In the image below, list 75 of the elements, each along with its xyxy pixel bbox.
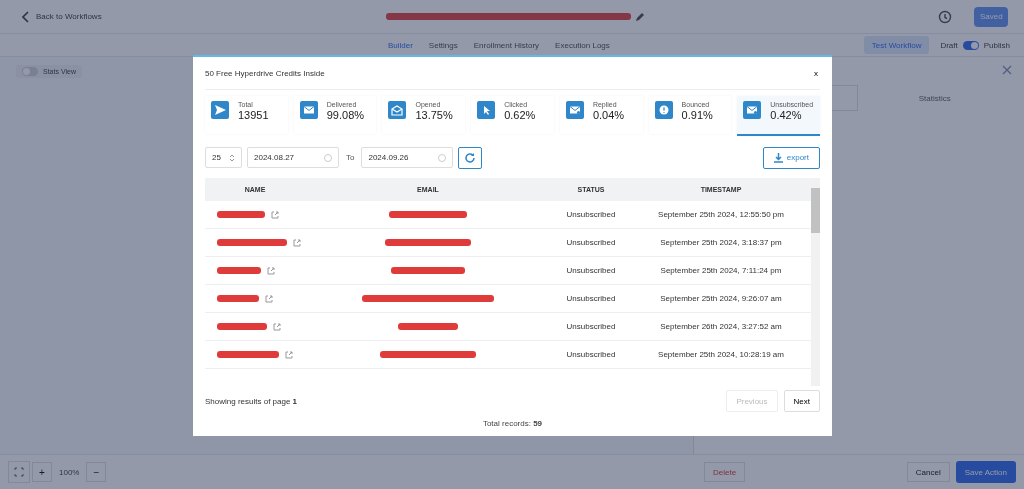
fit-screen-icon[interactable] bbox=[8, 461, 30, 483]
timestamp-cell-text: September 25th 2024, 12:55:50 pm bbox=[657, 210, 785, 219]
close-button[interactable]: x bbox=[812, 68, 820, 78]
next-button[interactable]: Next bbox=[783, 390, 820, 412]
stat-value: 0.62% bbox=[504, 109, 536, 121]
external-link-icon[interactable] bbox=[271, 210, 279, 219]
back-link[interactable]: Back to Workflows bbox=[36, 12, 102, 21]
cancel-button[interactable]: Cancel bbox=[906, 462, 950, 482]
zoom-out-button[interactable]: − bbox=[86, 462, 107, 482]
pencil-icon[interactable] bbox=[634, 11, 645, 22]
close-icon[interactable] bbox=[1002, 65, 1012, 75]
redaction-mark bbox=[217, 295, 259, 302]
redaction-mark bbox=[217, 351, 279, 358]
external-link-icon[interactable] bbox=[293, 238, 301, 247]
statistics-tab[interactable]: Statistics bbox=[857, 85, 1012, 111]
mail-icon bbox=[565, 101, 584, 119]
delete-button[interactable]: Delete bbox=[704, 462, 746, 482]
dialog-title: 50 Free Hyperdrive Credits Inside bbox=[205, 68, 325, 78]
timestamp-cell-text: September 25th 2024, 10:28:19 am bbox=[657, 350, 785, 359]
external-link-icon[interactable] bbox=[265, 294, 273, 303]
nav-tab[interactable]: Execution Logs bbox=[555, 40, 610, 50]
redaction-mark bbox=[217, 267, 261, 274]
alert-icon bbox=[654, 101, 673, 119]
stat-value: 0.42% bbox=[770, 109, 803, 121]
redaction-mark bbox=[217, 239, 287, 246]
draft-label: Draft bbox=[940, 40, 958, 50]
stats-view-toggle[interactable] bbox=[22, 67, 38, 76]
refresh-icon bbox=[464, 151, 477, 164]
clear-icon bbox=[438, 153, 447, 162]
mail-icon bbox=[388, 101, 407, 119]
zoom-in-button[interactable]: + bbox=[32, 462, 52, 482]
page-size-field[interactable]: 25 bbox=[205, 147, 242, 168]
status-cell-text: Unsubscribed bbox=[565, 266, 617, 275]
timestamp-cell-text: September 25th 2024, 3:18:37 pm bbox=[659, 238, 783, 247]
status-cell-text: Unsubscribed bbox=[565, 238, 617, 247]
to-label: To bbox=[345, 153, 356, 162]
scrollbar[interactable] bbox=[811, 178, 820, 386]
external-link-icon[interactable] bbox=[273, 322, 281, 331]
mail-icon bbox=[743, 101, 762, 119]
publish-label: Publish bbox=[983, 40, 1010, 50]
stat-value: 13.75% bbox=[415, 109, 453, 121]
timestamp-cell-text: September 25th 2024, 7:11:24 pm bbox=[659, 266, 783, 275]
total-records: Total records: 59 bbox=[482, 419, 543, 428]
timestamp-cell-text: September 26th 2024, 3:27:52 am bbox=[659, 322, 783, 331]
export-button[interactable]: export bbox=[762, 146, 820, 169]
stat-value: 0.91% bbox=[681, 109, 713, 121]
redaction-mark bbox=[217, 323, 267, 330]
timestamp-cell-text: September 25th 2024, 9:26:07 am bbox=[659, 294, 783, 303]
chevron-left-icon[interactable] bbox=[22, 10, 30, 23]
nav-tab[interactable]: Enrollment History bbox=[473, 40, 540, 50]
mail-icon bbox=[299, 101, 318, 119]
pointer-icon bbox=[477, 101, 496, 119]
history-icon[interactable] bbox=[938, 9, 952, 24]
status-cell-text: Unsubscribed bbox=[565, 294, 617, 303]
nav-tab[interactable]: Settings bbox=[428, 40, 458, 50]
end-date-field[interactable]: 2024.09.26 bbox=[361, 147, 454, 168]
external-link-icon[interactable] bbox=[285, 350, 293, 359]
start-date-field[interactable]: 2024.08.27 bbox=[247, 147, 339, 168]
zoom-level: 100% bbox=[58, 467, 81, 477]
status-cell-text: Unsubscribed bbox=[565, 322, 617, 331]
stat-value: 13951 bbox=[238, 109, 269, 121]
refresh-button[interactable] bbox=[458, 146, 483, 169]
clear-icon bbox=[324, 153, 332, 162]
status-cell-text: Unsubscribed bbox=[565, 210, 617, 219]
publish-toggle[interactable] bbox=[962, 40, 979, 50]
redaction-mark bbox=[217, 211, 265, 218]
status-cell-text: Unsubscribed bbox=[565, 350, 617, 359]
stat-value: 0.04% bbox=[592, 109, 625, 121]
external-link-icon[interactable] bbox=[267, 266, 275, 275]
stepper-icon bbox=[229, 152, 235, 163]
page-info: Showing results of page 1 bbox=[205, 396, 298, 406]
send-icon bbox=[211, 101, 229, 119]
stat-value: 99.08% bbox=[326, 109, 365, 121]
redaction-mark bbox=[398, 323, 458, 330]
download-icon bbox=[773, 152, 783, 163]
